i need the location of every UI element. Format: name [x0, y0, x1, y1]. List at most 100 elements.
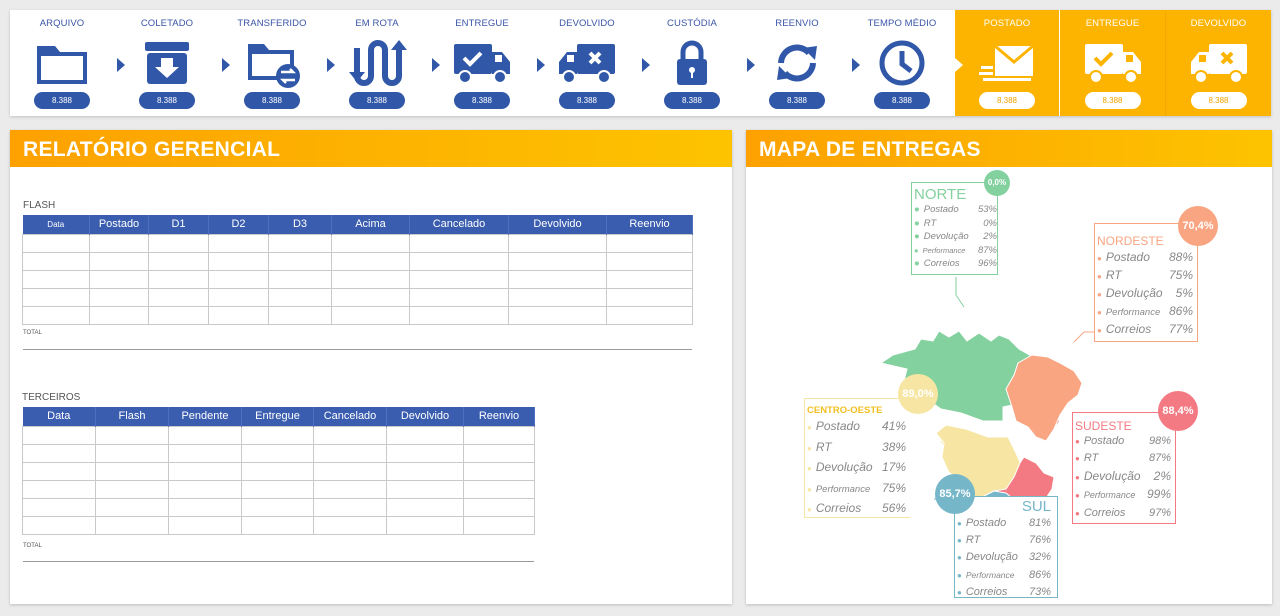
column-header[interactable]: Devolvido	[508, 215, 607, 234]
metric-label: RT	[965, 534, 981, 547]
metric-row: ● Performance 99%	[1075, 486, 1175, 504]
flash-table: Data Postado D1 D2 D3 Acima Cancelado De…	[22, 215, 693, 325]
metric-label: Correios	[923, 258, 960, 270]
table-row[interactable]	[22, 443, 535, 463]
metric-label: RT	[1083, 452, 1099, 465]
truck-check-icon	[454, 44, 510, 84]
region-card-centro-oeste[interactable]: CENTRO-OESTE ● Postado 41% ● RT 38% ● Devoluç…	[804, 398, 910, 518]
clock-icon	[879, 40, 925, 86]
metric-row: ● Correios 97%	[1075, 505, 1175, 522]
column-header[interactable]: Flash	[95, 407, 169, 426]
step-count: 8.388	[1190, 92, 1247, 109]
table-row[interactable]	[22, 287, 693, 307]
metric-value: 96%	[977, 258, 997, 270]
metric-label: Postado	[923, 204, 959, 215]
metric-value: 53%	[977, 204, 997, 215]
metric-value: 99%	[1146, 487, 1171, 502]
metric-row: ● RT 87%	[1075, 450, 1175, 467]
metric-value: 86%	[1028, 568, 1051, 581]
column-header[interactable]: Data	[22, 215, 90, 234]
region-name: CENTRO-OESTE	[807, 405, 883, 416]
metric-label: Performance	[965, 569, 1015, 580]
terceiros-total-label: TOTAL	[23, 543, 42, 549]
column-header[interactable]: Reenvio	[606, 215, 693, 234]
table-row[interactable]	[22, 305, 693, 325]
step-transferido[interactable]: TRANSFERIDO 8.388	[220, 10, 324, 116]
step-label: ARQUIVO	[39, 18, 85, 29]
table-row[interactable]	[22, 425, 535, 445]
column-header[interactable]: Devolvido	[386, 407, 464, 426]
step-entregue[interactable]: ENTREGUE 8.388	[430, 10, 534, 116]
table-row[interactable]	[22, 233, 693, 253]
metric-row: ● Postado 88%	[1097, 250, 1193, 264]
map-region-nordeste[interactable]	[1005, 354, 1083, 442]
region-card-sudeste[interactable]: SUDESTE ● Postado 98% ● RT 87% ● Devolução 2% …	[1072, 412, 1176, 524]
metric-label: Performance	[1083, 490, 1136, 501]
column-header[interactable]: Data	[22, 407, 96, 426]
step-devolvido-final[interactable]: DEVOLVIDO 8.388	[1165, 10, 1271, 116]
step-entregue-final[interactable]: ENTREGUE 8.388	[1060, 10, 1165, 116]
metric-value: 87%	[1148, 452, 1171, 465]
step-label: EM ROTA	[355, 18, 399, 29]
step-count: 8.388	[244, 92, 300, 109]
column-header[interactable]: Cancelado	[313, 407, 387, 426]
step-count: 8.388	[664, 92, 720, 109]
step-label: CUSTÓDIA	[667, 18, 717, 29]
report-panel: RELATÓRIO GERENCIAL FLASH Data Postado D…	[10, 130, 732, 604]
folder-icon	[37, 46, 87, 84]
step-coletado[interactable]: COLETADO 8.388	[115, 10, 219, 116]
step-label: TEMPO MÉDIO	[867, 18, 937, 29]
column-header[interactable]: Postado	[89, 215, 149, 234]
table-row[interactable]	[22, 269, 693, 289]
column-header[interactable]: Pendente	[168, 407, 242, 426]
column-header[interactable]: Reenvio	[463, 407, 535, 426]
region-card-sul[interactable]: SUL ● Postado 81% ● RT 76% ● Devolução 32% ● Pe…	[954, 496, 1058, 598]
metric-label: Correios	[965, 585, 1008, 598]
column-header[interactable]: D2	[208, 215, 269, 234]
column-header[interactable]: Entregue	[241, 407, 314, 426]
metric-label: RT	[815, 439, 832, 454]
table-row[interactable]	[22, 515, 535, 535]
region-card-nordeste[interactable]: NORDESTE ● Postado 88% ● RT 75% ● Devolução 5%…	[1094, 223, 1198, 342]
step-arquivo[interactable]: ARQUIVO 8.388	[10, 10, 114, 116]
column-header[interactable]: D3	[268, 215, 332, 234]
region-percent-sul: 85,7%	[935, 474, 975, 514]
column-header[interactable]: Acima	[331, 215, 410, 234]
metric-label: Devolução	[815, 460, 873, 474]
step-tempo-medio[interactable]: TEMPO MÉDIO 8.388	[850, 10, 954, 116]
metric-label: Postado	[965, 517, 1007, 529]
metric-row: ● RT 0%	[914, 217, 997, 229]
metric-label: Postado	[1083, 435, 1125, 447]
step-label: COLETADO	[140, 18, 194, 29]
table-row[interactable]	[22, 497, 535, 517]
table-row[interactable]	[22, 251, 693, 271]
metric-row: ● Performance 86%	[1097, 304, 1193, 318]
flow-arrow	[955, 58, 963, 72]
step-label: DEVOLVIDO	[1190, 18, 1247, 29]
metric-value: 32%	[1028, 551, 1051, 564]
step-label: ENTREGUE	[1085, 18, 1140, 29]
map-title: MAPA DE ENTREGAS	[746, 130, 1272, 167]
region-percent-sudeste: 88,4%	[1158, 391, 1198, 431]
metric-label: Correios	[1105, 322, 1152, 336]
flash-total-label: TOTAL	[23, 330, 42, 336]
step-custodia[interactable]: CUSTÓDIA 8.388	[640, 10, 744, 116]
table-row[interactable]	[22, 461, 535, 481]
step-postado[interactable]: POSTADO 8.388	[955, 10, 1059, 116]
step-reenvio[interactable]: REENVIO 8.388	[745, 10, 849, 116]
step-count: 8.388	[139, 92, 195, 109]
step-devolvido[interactable]: DEVOLVIDO 8.388	[535, 10, 639, 116]
column-header[interactable]: D1	[148, 215, 209, 234]
metric-row: ● Correios 73%	[957, 584, 1057, 601]
region-card-norte[interactable]: NORTE ● Postado 53% ● RT 0% ● Devolução 2% ● Pe…	[911, 182, 998, 275]
column-header[interactable]: Cancelado	[409, 215, 509, 234]
truck-x-icon	[559, 44, 615, 84]
metric-value: 2%	[1153, 468, 1171, 483]
step-count: 8.388	[559, 92, 615, 109]
metric-value: 86%	[1168, 304, 1193, 318]
metric-row: ● Devolução 2%	[1075, 468, 1175, 486]
metric-label: Performance	[922, 245, 966, 255]
table-row[interactable]	[22, 479, 535, 499]
step-count: 8.388	[769, 92, 825, 109]
step-em-rota[interactable]: EM ROTA 8.388	[325, 10, 429, 116]
